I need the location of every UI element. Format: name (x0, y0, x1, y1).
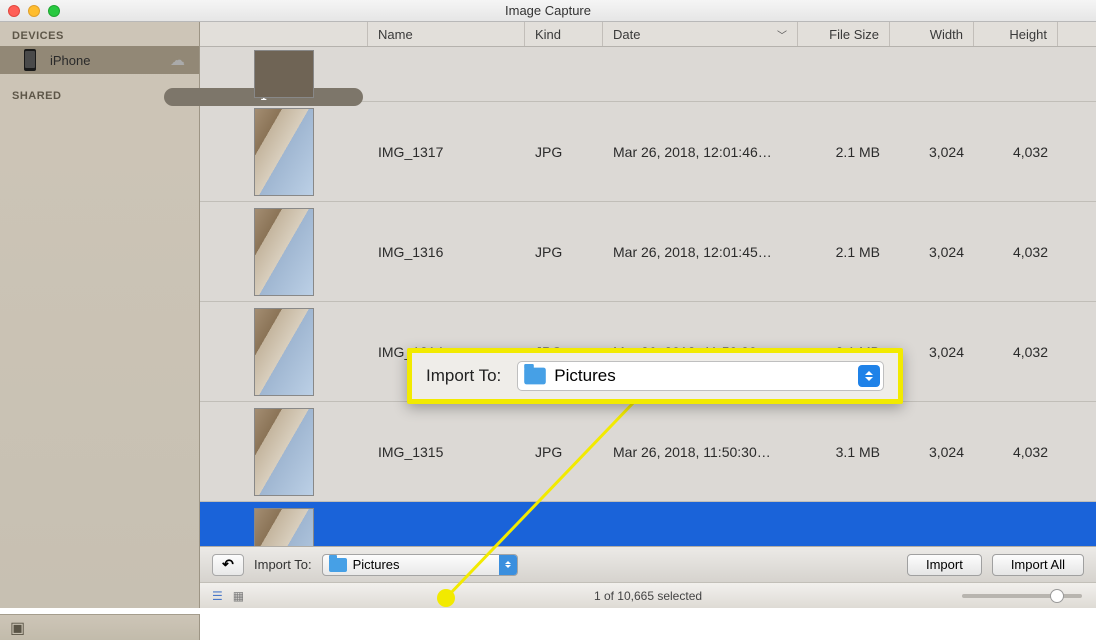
cell-name: IMG_1315 (368, 444, 525, 460)
rotate-button[interactable]: ↶ (212, 554, 244, 576)
window-titlebar: Image Capture (0, 0, 1096, 22)
cell-height: 4,032 (974, 444, 1058, 460)
select-arrows-icon (499, 555, 517, 575)
select-arrows-icon (858, 365, 880, 387)
header-name[interactable]: Name (368, 22, 525, 46)
thumbnail-size-slider[interactable] (962, 594, 1082, 598)
header-filesize[interactable]: File Size (798, 22, 890, 46)
thumbnail-icon (254, 208, 314, 296)
callout-label: Import To: (426, 366, 501, 386)
cell-width: 3,024 (890, 244, 974, 260)
thumbnail-icon (254, 408, 314, 496)
file-list: IMG_1317 JPG Mar 26, 2018, 12:01:46… 2.1… (200, 47, 1096, 546)
status-bar: ☰ ▦ 1 of 10,665 selected (200, 582, 1096, 608)
header-date[interactable]: Date﹀ (603, 22, 798, 46)
folder-icon (329, 558, 347, 572)
header-kind[interactable]: Kind (525, 22, 603, 46)
cell-name: IMG_1317 (368, 144, 525, 160)
thumbnail-icon (254, 108, 314, 196)
sidebar-devices-header: DEVICES (0, 22, 199, 46)
chevron-down-icon: ﹀ (777, 27, 787, 42)
cell-date: Mar 26, 2018, 12:01:46… (603, 144, 798, 160)
sidebar-device-iphone[interactable]: iPhone ☁ (0, 46, 199, 74)
cell-height: 4,032 (974, 144, 1058, 160)
cell-size: 2.1 MB (798, 244, 890, 260)
cell-height: 4,032 (974, 244, 1058, 260)
thumbnail-icon (254, 508, 314, 547)
import-to-select[interactable]: Pictures (322, 554, 518, 576)
header-thumbnail[interactable] (200, 22, 368, 46)
import-all-button[interactable]: Import All (992, 554, 1084, 576)
thumbnail-icon (254, 50, 314, 98)
cell-size: 2.1 MB (798, 144, 890, 160)
cell-width: 3,024 (890, 144, 974, 160)
cell-width: 3,024 (890, 444, 974, 460)
table-row[interactable]: IMG_1315 JPG Mar 26, 2018, 11:50:30… 3.1… (200, 402, 1096, 502)
show-hide-icon: ▣ (10, 618, 25, 638)
cell-kind: JPG (525, 244, 603, 260)
main-panel: Name Kind Date﹀ File Size Width Height I… (200, 22, 1096, 608)
table-row[interactable]: IMG_1313 JPG Mar 26, 2018, 11:50:06… 2.5… (200, 502, 1096, 546)
cloud-icon: ☁ (170, 51, 185, 69)
sidebar: DEVICES iPhone ☁ SHARED 1 (0, 22, 200, 608)
slider-knob[interactable] (1050, 589, 1064, 603)
callout-value: Pictures (554, 366, 615, 386)
sidebar-toggle[interactable]: ▣ (0, 614, 200, 640)
cell-name: IMG_1316 (368, 244, 525, 260)
callout-import-to: Import To: Pictures (407, 348, 903, 404)
import-to-value: Pictures (353, 557, 400, 572)
import-to-label: Import To: (254, 557, 312, 572)
cell-height: 4,032 (974, 344, 1058, 360)
cell-kind: JPG (525, 144, 603, 160)
cell-size: 3.1 MB (798, 444, 890, 460)
table-row[interactable]: IMG_1316 JPG Mar 26, 2018, 12:01:45… 2.1… (200, 202, 1096, 302)
window-title: Image Capture (0, 3, 1096, 18)
table-row[interactable]: IMG_1317 JPG Mar 26, 2018, 12:01:46… 2.1… (200, 102, 1096, 202)
folder-icon (524, 368, 546, 385)
cell-date: Mar 26, 2018, 11:50:30… (603, 444, 798, 460)
column-headers: Name Kind Date﹀ File Size Width Height (200, 22, 1096, 47)
thumbnail-icon (254, 308, 314, 396)
callout-import-to-select[interactable]: Pictures (517, 361, 884, 391)
header-width[interactable]: Width (890, 22, 974, 46)
import-button[interactable]: Import (907, 554, 982, 576)
bottom-toolbar: ↶ Import To: Pictures Import Import All (200, 546, 1096, 582)
cell-kind: JPG (525, 444, 603, 460)
header-height[interactable]: Height (974, 22, 1058, 46)
sidebar-device-label: iPhone (50, 53, 90, 68)
iphone-icon (24, 49, 36, 71)
cell-date: Mar 26, 2018, 12:01:45… (603, 244, 798, 260)
